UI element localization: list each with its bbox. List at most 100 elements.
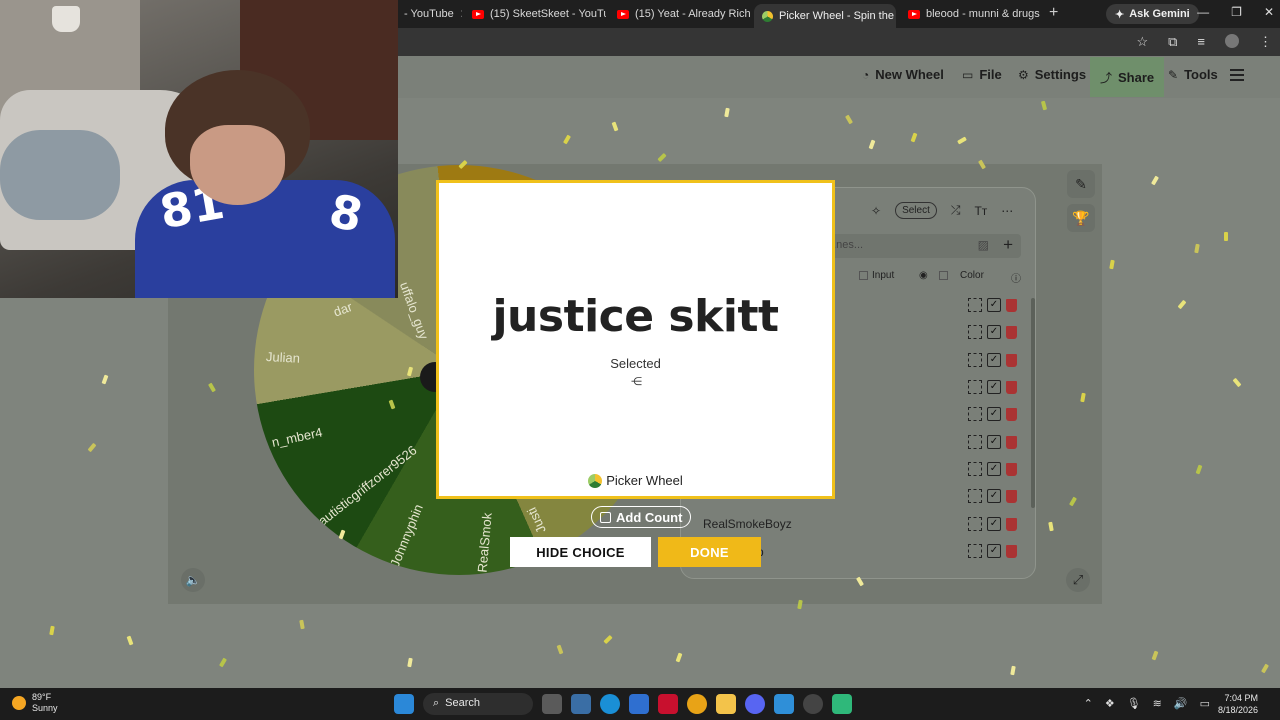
app-icon[interactable] (774, 694, 794, 714)
duplicate-icon[interactable] (968, 380, 982, 394)
trash-icon[interactable] (1006, 353, 1017, 367)
microphone-icon[interactable]: 🎙 (1127, 697, 1141, 710)
minimize-icon[interactable]: — (1197, 5, 1209, 19)
mcafee-icon[interactable] (658, 694, 678, 714)
browser-tab-yeat[interactable]: (15) Yeat - Already Rich (W ✕ (609, 3, 751, 25)
row-checkbox[interactable]: ✓ (987, 325, 1001, 339)
edge-icon[interactable] (600, 694, 620, 714)
duplicate-icon[interactable] (968, 489, 982, 503)
column-header-input[interactable]: Input (859, 270, 894, 281)
row-checkbox[interactable]: ✓ (987, 544, 1001, 558)
add-entry-button[interactable]: + (1003, 235, 1013, 255)
folder-icon: ▭ (962, 67, 974, 82)
task-view-icon[interactable] (542, 694, 562, 714)
reading-list-icon[interactable]: ≡ (1197, 34, 1205, 50)
windows-start-icon[interactable] (394, 694, 414, 714)
row-checkbox[interactable]: ✓ (987, 380, 1001, 394)
new-wheel-button[interactable]: ◔ New Wheel (862, 67, 944, 82)
row-checkbox[interactable]: ✓ (987, 489, 1001, 503)
ask-gemini-button[interactable]: ✦ Ask Gemini (1106, 4, 1199, 24)
maximize-icon[interactable]: ❐ (1231, 5, 1242, 19)
trash-icon[interactable] (1006, 517, 1017, 531)
more-menu-icon[interactable]: ⋮ (1259, 34, 1272, 50)
app-icon[interactable] (803, 694, 823, 714)
new-tab-button[interactable]: + (1049, 4, 1058, 22)
trash-icon[interactable] (1006, 380, 1017, 394)
wifi-icon[interactable]: ≋ (1153, 697, 1162, 710)
duplicate-icon[interactable] (968, 435, 982, 449)
image-icon[interactable]: ▨ (978, 238, 989, 252)
trophy-icon[interactable]: 🏆 (1067, 204, 1095, 232)
share-button[interactable]: ⤴ Share (1090, 57, 1165, 97)
browser-tab-youtube[interactable]: - YouTube ✕ (396, 3, 462, 25)
row-checkbox[interactable]: ✓ (987, 407, 1001, 421)
trash-icon[interactable] (1006, 489, 1017, 503)
checkbox-icon[interactable] (939, 271, 948, 280)
trash-icon[interactable] (1006, 298, 1017, 312)
extensions-icon[interactable]: ⧉ (1168, 34, 1177, 50)
taskbar-clock[interactable]: 7:04 PM 8/18/2026 (1218, 692, 1258, 716)
eye-icon[interactable]: ◉ (919, 270, 928, 281)
browser-tab-skeetskeet[interactable]: (15) SkeetSkeet - YouTube ✕ (464, 3, 606, 25)
select-button[interactable]: Select (895, 202, 937, 219)
duplicate-icon[interactable] (968, 517, 982, 531)
hide-choice-button[interactable]: HIDE CHOICE (510, 537, 651, 567)
info-icon[interactable]: ⓘ (1011, 270, 1021, 285)
share-icon[interactable]: ⋲ (631, 375, 642, 388)
app-icon[interactable] (832, 694, 852, 714)
chevron-up-icon[interactable]: ⌃ (1084, 697, 1093, 710)
dropbox-icon[interactable]: ❖ (1105, 697, 1115, 710)
close-icon[interactable]: ✕ (460, 7, 462, 21)
file-explorer-icon[interactable] (716, 694, 736, 714)
duplicate-icon[interactable] (968, 298, 982, 312)
duplicate-icon[interactable] (968, 325, 982, 339)
volume-icon[interactable]: 🔊 (1174, 697, 1188, 710)
duplicate-icon[interactable] (968, 407, 982, 421)
duplicate-icon[interactable] (968, 353, 982, 367)
trash-icon[interactable] (1006, 407, 1017, 421)
store-icon[interactable] (571, 694, 591, 714)
row-checkbox[interactable]: ✓ (987, 435, 1001, 449)
column-header-color[interactable]: Color (939, 270, 984, 281)
app-icon[interactable] (629, 694, 649, 714)
profile-avatar[interactable] (1225, 34, 1239, 48)
browser-tab-bleood[interactable]: bleood - munni & drugs (e ✕ (900, 3, 1042, 25)
shuffle-icon[interactable]: ⤮ (951, 203, 961, 218)
trash-icon[interactable] (1006, 462, 1017, 476)
tools-button[interactable]: ✎ Tools (1168, 67, 1218, 82)
panel-scrollbar[interactable] (1031, 298, 1035, 508)
file-button[interactable]: ▭ File (962, 67, 1002, 82)
ai-wand-icon[interactable]: ✧ (871, 204, 881, 218)
done-button[interactable]: DONE (658, 537, 761, 567)
row-checkbox[interactable]: ✓ (987, 298, 1001, 312)
checkbox-icon[interactable] (859, 271, 868, 280)
trash-icon[interactable] (1006, 544, 1017, 558)
speaker-icon[interactable]: 🔈 (181, 568, 205, 592)
trash-icon[interactable] (1006, 325, 1017, 339)
edit-wheel-icon[interactable]: ✎ (1067, 170, 1095, 198)
close-window-icon[interactable]: ✕ (1264, 5, 1274, 19)
list-item[interactable]: RealSmokeBoyz (703, 517, 792, 531)
duplicate-icon[interactable] (968, 462, 982, 476)
taskbar-search[interactable]: ⌕ Search (423, 693, 533, 715)
duplicate-icon[interactable] (968, 544, 982, 558)
browser-tab-picker-wheel[interactable]: Picker Wheel - Spin the Wh ✕ (754, 4, 896, 28)
trash-icon[interactable] (1006, 435, 1017, 449)
text-size-icon[interactable]: Tт (974, 204, 987, 218)
battery-icon[interactable]: ▭ (1200, 697, 1210, 710)
fullscreen-icon[interactable]: ⤢ (1066, 568, 1090, 592)
discord-icon[interactable] (745, 694, 765, 714)
checkbox-icon[interactable] (600, 511, 611, 523)
settings-button[interactable]: ⚙ Settings (1018, 67, 1086, 82)
entry-input[interactable]: ...nes... ▨ + (821, 234, 1021, 258)
more-options-icon[interactable]: ⋯ (1001, 204, 1013, 218)
chrome-icon[interactable] (687, 694, 707, 714)
row-checkbox[interactable]: ✓ (987, 517, 1001, 531)
row-checkbox[interactable]: ✓ (987, 353, 1001, 367)
hamburger-menu-icon[interactable] (1230, 69, 1244, 81)
wheel-icon: ◔ (862, 67, 870, 82)
row-checkbox[interactable]: ✓ (987, 462, 1001, 476)
weather-widget[interactable]: 89°F Sunny (12, 692, 58, 714)
bookmark-star-icon[interactable]: ☆ (1136, 34, 1148, 50)
add-count-toggle[interactable]: Add Count (591, 506, 692, 528)
